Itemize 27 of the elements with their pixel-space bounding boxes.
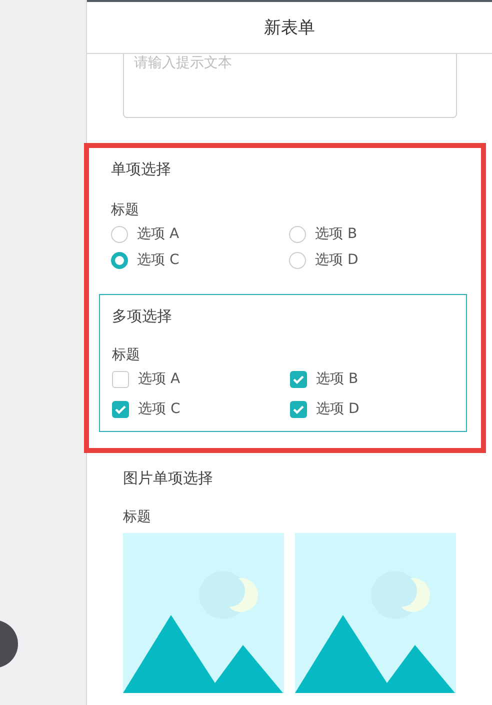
option-label: 选项 A: [137, 225, 180, 243]
option-label: 选项 B: [315, 225, 358, 243]
checkbox[interactable]: [112, 400, 129, 418]
radio-button[interactable]: [111, 252, 128, 268]
option-label: 选项 B: [316, 370, 358, 388]
field-label: 标题: [123, 508, 152, 526]
option-label: 选项 D: [315, 251, 358, 269]
option-label: 选项 C: [138, 400, 180, 418]
section-title: 多项选择: [112, 307, 173, 326]
checkbox[interactable]: [290, 370, 307, 388]
check-icon: [293, 374, 304, 384]
radio-button[interactable]: [111, 226, 128, 242]
radio-button[interactable]: [289, 252, 306, 268]
radio-button[interactable]: [289, 226, 306, 242]
checkbox[interactable]: [112, 370, 129, 388]
option-label: 选项 A: [138, 370, 180, 388]
field-label: 标题: [112, 346, 141, 364]
option-label: 选项 D: [316, 400, 360, 418]
checkbox[interactable]: [290, 400, 307, 418]
section-title: 图片单项选择: [123, 469, 214, 488]
text-area-field[interactable]: 请输入提示文本: [123, 54, 457, 118]
field-label: 标题: [111, 201, 140, 219]
section-title: 单项选择: [111, 160, 172, 179]
form-title: 新表单: [264, 17, 315, 39]
option-label: 选项 C: [137, 251, 180, 269]
check-icon: [293, 404, 304, 414]
check-icon: [115, 404, 126, 414]
